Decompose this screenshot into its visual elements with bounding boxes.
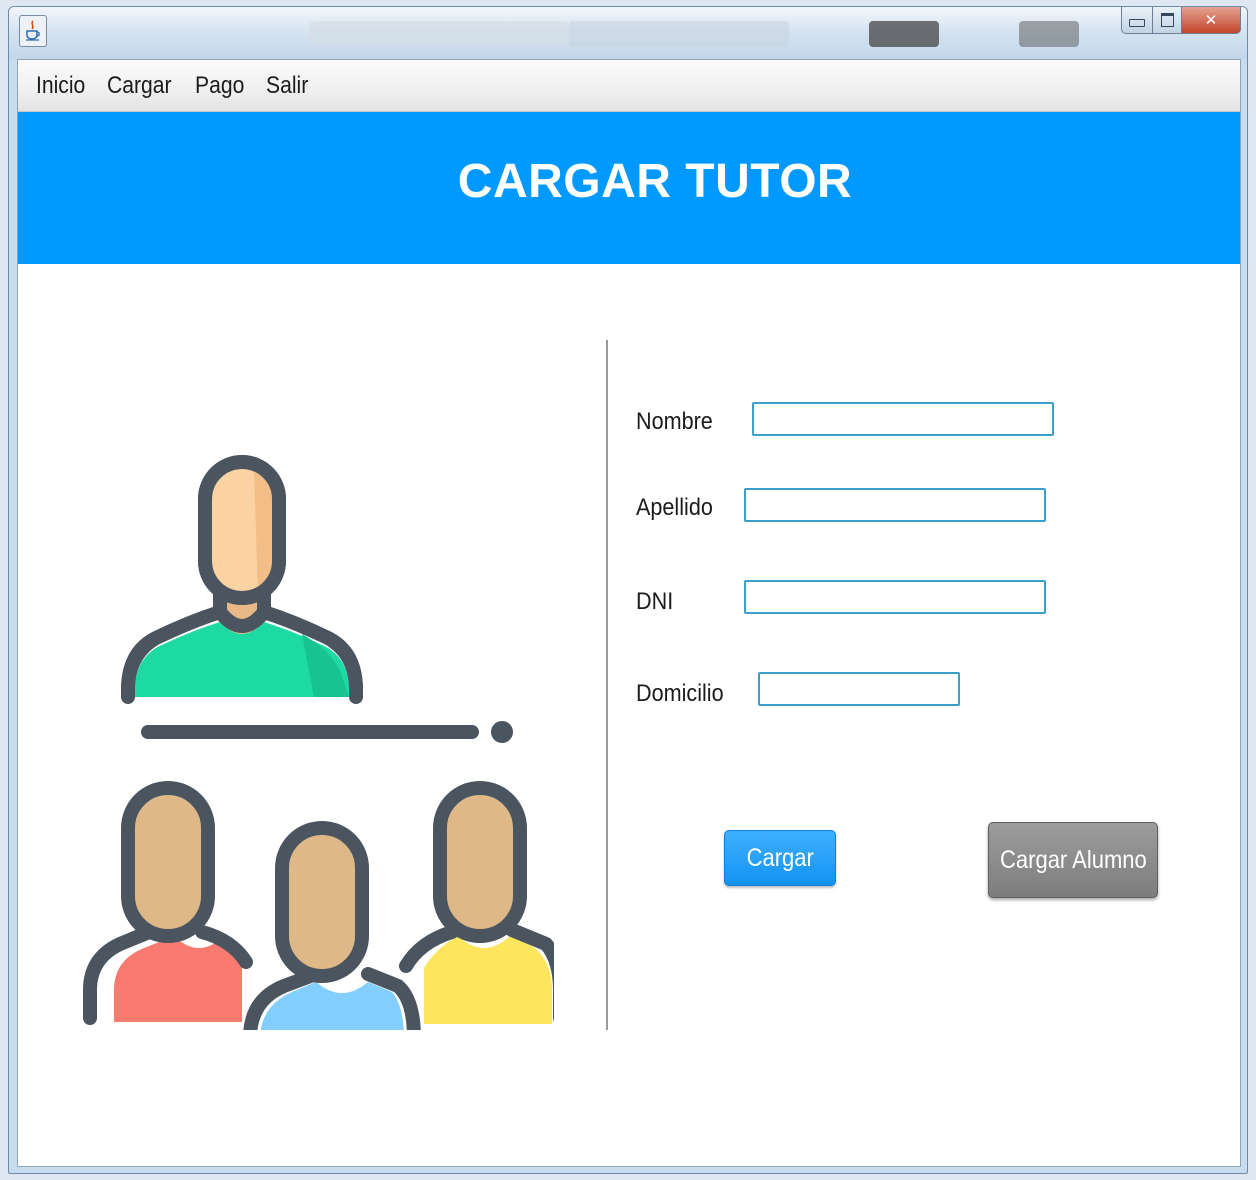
java-coffee-cup-icon[interactable] [19, 15, 47, 47]
dni-input[interactable] [744, 580, 1046, 614]
close-icon: ✕ [1204, 11, 1218, 29]
menu-salir[interactable]: Salir [266, 68, 308, 104]
header-banner: CARGAR TUTOR [18, 112, 1240, 264]
app-window: ✕ Inicio Cargar Pago Salir CARGAR TUTOR [8, 6, 1248, 1174]
close-button[interactable]: ✕ [1182, 7, 1241, 34]
cargar-alumno-button[interactable]: Cargar Alumno [988, 822, 1158, 898]
background-blur [1019, 21, 1079, 47]
maximize-icon [1160, 13, 1174, 27]
minimize-icon [1129, 19, 1145, 27]
apellido-label: Apellido [636, 494, 713, 521]
minimize-button[interactable] [1121, 7, 1153, 34]
page-title: CARGAR TUTOR [457, 154, 853, 208]
window-controls: ✕ [1121, 7, 1241, 34]
menu-pago[interactable]: Pago [195, 68, 244, 104]
cargar-button-label: Cargar [746, 843, 814, 872]
cargar-alumno-button-label: Cargar Alumno [999, 845, 1147, 874]
vertical-divider [606, 340, 608, 1030]
menu-cargar[interactable]: Cargar [107, 68, 172, 104]
apellido-input[interactable] [744, 488, 1046, 522]
background-blur [569, 21, 789, 47]
background-blur [869, 21, 939, 47]
content-panel: Inicio Cargar Pago Salir CARGAR TUTOR No… [17, 59, 1241, 1167]
nombre-input[interactable] [752, 402, 1054, 436]
domicilio-input[interactable] [758, 672, 960, 706]
dni-label: DNI [636, 588, 674, 615]
domicilio-label: Domicilio [636, 680, 724, 707]
maximize-button[interactable] [1153, 7, 1182, 34]
background-blur [309, 21, 569, 47]
cargar-button[interactable]: Cargar [724, 830, 836, 886]
tutor-and-students-icon [54, 400, 567, 1067]
menu-inicio[interactable]: Inicio [36, 68, 85, 104]
nombre-label: Nombre [636, 408, 713, 435]
menu-bar: Inicio Cargar Pago Salir [18, 60, 1240, 112]
title-bar[interactable]: ✕ [9, 7, 1247, 59]
